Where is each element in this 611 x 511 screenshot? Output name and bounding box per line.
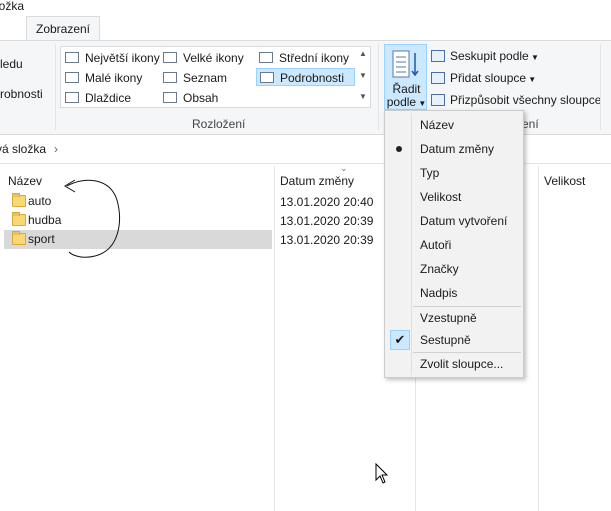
menu-item-sort-size[interactable]: Velikost — [386, 186, 522, 208]
mouse-cursor-icon — [375, 463, 389, 484]
sort-indicator-icon: ⌄ — [340, 163, 348, 173]
layout-tiles[interactable]: Dlaždice — [65, 89, 131, 107]
details-pane-button[interactable]: robnosti — [0, 87, 43, 101]
fit-columns-button[interactable]: Přizpůsobit všechny sloupce — [431, 93, 601, 107]
content-icon — [163, 92, 177, 103]
list-icon — [163, 72, 177, 83]
menu-item-sort-authors[interactable]: Autoři — [386, 234, 522, 256]
chevron-down-icon: ▼ — [526, 75, 537, 84]
current-view-group-label: ení — [522, 117, 539, 131]
breadcrumb[interactable]: vá složka › — [0, 142, 58, 156]
column-header-size[interactable]: Velikost — [544, 174, 585, 188]
menu-item-sort-name[interactable]: Název — [386, 114, 522, 136]
layout-gallery-scroller[interactable]: ▲ ▼ ▼ — [356, 47, 370, 107]
checkmark-icon: ✔ — [390, 330, 410, 350]
layout-medium-icons[interactable]: Střední ikony — [259, 49, 349, 67]
details-icon — [260, 72, 274, 83]
column-header-name[interactable]: Název — [8, 174, 42, 188]
menu-item-sort-date-created[interactable]: Datum vytvoření — [386, 210, 522, 232]
menu-item-choose-columns[interactable]: Zvolit sloupce... — [386, 353, 522, 375]
file-date-modified: 13.01.2020 20:39 — [280, 233, 374, 247]
fit-columns-icon — [431, 94, 445, 106]
column-divider[interactable] — [274, 166, 275, 511]
chevron-down-icon: ▼ — [416, 99, 427, 108]
extra-large-icons-icon — [65, 52, 79, 63]
layout-group-label: Rozložení — [192, 117, 246, 131]
sort-by-icon — [392, 50, 419, 78]
hand-drawn-arrow-annotation — [64, 179, 120, 258]
scroll-down-icon[interactable]: ▼ — [359, 71, 367, 80]
folder-icon — [12, 231, 26, 245]
group-separator — [378, 44, 379, 130]
group-separator — [55, 44, 56, 130]
chevron-down-icon: ▼ — [528, 53, 539, 62]
layout-gallery: Největší ikony Velké ikony Střední ikony… — [60, 46, 371, 108]
add-columns-button[interactable]: Přidat sloupce ▼ — [431, 71, 536, 85]
large-icons-icon — [163, 52, 177, 63]
file-row[interactable]: sport — [4, 230, 272, 249]
group-separator — [600, 44, 601, 130]
menu-item-sort-title[interactable]: Nadpis — [386, 282, 522, 304]
breadcrumb-chevron-icon[interactable]: › — [54, 142, 58, 156]
expand-gallery-icon[interactable]: ▼ — [359, 92, 367, 101]
tab-view[interactable]: Zobrazení — [26, 16, 100, 41]
sort-by-menu: Název Datum změny Typ Velikost Datum vyt… — [384, 110, 524, 378]
menu-item-sort-tags[interactable]: Značky — [386, 258, 522, 280]
tiles-icon — [65, 92, 79, 103]
layout-large-icons[interactable]: Velké ikony — [163, 49, 244, 67]
layout-extra-large-icons[interactable]: Největší ikony — [65, 49, 160, 67]
column-divider[interactable] — [538, 166, 539, 511]
menu-item-ascending[interactable]: Vzestupně — [386, 307, 522, 329]
menu-item-sort-type[interactable]: Typ — [386, 162, 522, 184]
small-icons-icon — [65, 72, 79, 83]
folder-icon — [12, 212, 26, 226]
file-date-modified: 13.01.2020 20:40 — [280, 195, 374, 209]
layout-details[interactable]: Podrobnosti — [256, 68, 355, 86]
menu-item-sort-date-modified[interactable]: Datum změny — [386, 138, 522, 160]
scroll-up-icon[interactable]: ▲ — [359, 49, 367, 58]
layout-small-icons[interactable]: Malé ikony — [65, 69, 142, 87]
layout-content[interactable]: Obsah — [163, 89, 218, 107]
window-title: ložka — [0, 0, 25, 13]
folder-icon — [12, 193, 26, 207]
title-bar — [0, 0, 611, 16]
group-by-icon — [431, 50, 445, 62]
preview-pane-button[interactable]: ledu — [0, 57, 23, 71]
group-by-button[interactable]: Seskupit podle ▼ — [431, 49, 539, 63]
layout-list[interactable]: Seznam — [163, 69, 227, 87]
radio-bullet-icon — [396, 146, 402, 152]
menu-item-descending[interactable]: ✔ Sestupně — [386, 329, 522, 351]
add-columns-icon — [431, 72, 445, 84]
file-date-modified: 13.01.2020 20:39 — [280, 214, 374, 228]
column-header-date-modified[interactable]: Datum změny — [280, 174, 354, 188]
file-row[interactable]: hudba — [4, 211, 272, 230]
sort-by-button[interactable]: Řadit podle ▼ — [384, 44, 427, 110]
medium-icons-icon — [259, 52, 273, 63]
file-row[interactable]: auto — [4, 192, 272, 211]
